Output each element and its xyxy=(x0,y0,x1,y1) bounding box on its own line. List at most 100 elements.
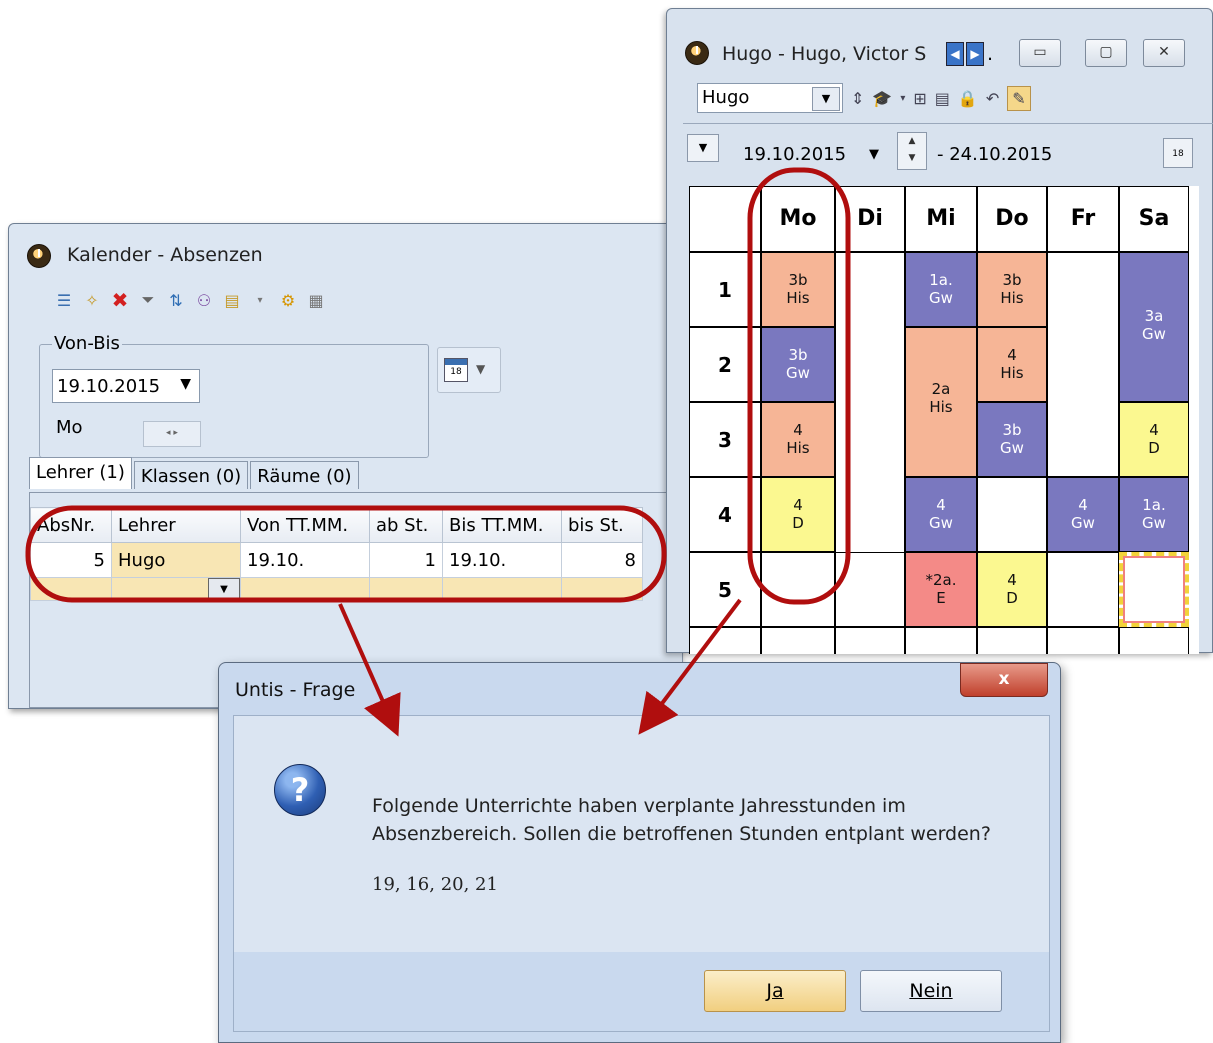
column-header[interactable]: Bis TT.MM. xyxy=(442,507,562,543)
grid-move-icon[interactable]: ⊞ xyxy=(913,89,926,108)
empty-cell[interactable] xyxy=(1047,552,1119,627)
table-cell[interactable]: 19.10. xyxy=(442,542,562,578)
date-picker[interactable]: 19.10.2015 ▼ xyxy=(743,138,891,172)
lesson-cell[interactable]: 3a Gw xyxy=(1119,252,1189,402)
empty-cell[interactable] xyxy=(1047,252,1119,477)
column-header[interactable]: Von TT.MM. xyxy=(240,507,370,543)
new-icon[interactable]: ✧ xyxy=(81,289,103,311)
table-cell[interactable]: 8 xyxy=(561,542,643,578)
column-header[interactable]: ab St. xyxy=(369,507,443,543)
lesson-class: 4 xyxy=(1007,346,1017,364)
untis-frage-dialog: Untis - Frage x ? Folgende Unterrichte h… xyxy=(218,662,1061,1043)
chevron-down-icon[interactable]: ▼ xyxy=(208,578,240,602)
chevron-down-icon[interactable]: ▼ xyxy=(687,134,719,162)
table-new-row[interactable]: ▼ xyxy=(30,577,643,602)
calendar-grid-icon[interactable]: ▦ xyxy=(305,289,327,311)
dropdown-arrow-icon[interactable]: ▾ xyxy=(249,289,271,311)
week-spinner[interactable]: ▲ ▼ xyxy=(897,132,927,170)
table-cell[interactable]: 5 xyxy=(30,542,112,578)
graduation-cap-icon[interactable]: 🎓 xyxy=(872,89,892,108)
day-spinner[interactable]: ◂ ▸ xyxy=(143,421,201,447)
lesson-cell[interactable]: 4 His xyxy=(761,402,835,477)
spinner-icon[interactable]: ⇕ xyxy=(851,89,864,108)
lesson-cell[interactable]: 3b His xyxy=(977,252,1047,327)
table-cell[interactable]: ▼ xyxy=(111,577,241,602)
column-header[interactable]: Lehrer xyxy=(111,507,241,543)
table-cell[interactable]: Hugo xyxy=(111,542,241,578)
lesson-cell[interactable]: 2a His xyxy=(905,327,977,477)
date-picker[interactable]: 19.10.2015 ▼ xyxy=(52,369,200,403)
empty-cell[interactable] xyxy=(977,477,1047,552)
lesson-cell[interactable]: 4 His xyxy=(977,327,1047,402)
selected-empty-cell[interactable] xyxy=(1119,552,1189,627)
column-header[interactable]: bis St. xyxy=(561,507,643,543)
table-cell[interactable] xyxy=(240,577,370,601)
table-cell[interactable] xyxy=(30,577,112,601)
lesson-cell[interactable]: 3b His xyxy=(761,252,835,327)
save-icon[interactable]: ▤ xyxy=(935,89,950,108)
lock-icon[interactable]: 🔒 xyxy=(958,89,978,108)
tab-klassen[interactable]: Klassen (0) xyxy=(133,461,249,489)
previous-arrow-icon[interactable]: ◀ xyxy=(946,42,964,66)
chevron-down-icon[interactable]: ▼ xyxy=(180,376,191,392)
chevron-down-icon[interactable]: ▼ xyxy=(869,138,879,172)
empty-cell[interactable] xyxy=(905,627,977,654)
users-icon[interactable]: ⚇ xyxy=(193,289,215,311)
table-cell[interactable]: 19.10. xyxy=(240,542,370,578)
edit-pencil-icon[interactable]: ✎ xyxy=(1007,85,1031,111)
close-button[interactable]: ✕ xyxy=(1143,39,1185,67)
weekday-label: Mo xyxy=(56,417,83,438)
lesson-class: 3b xyxy=(788,271,808,289)
minimize-button[interactable]: ▭ xyxy=(1019,39,1061,67)
sort-icon[interactable]: ⇅ xyxy=(165,289,187,311)
table-cell[interactable] xyxy=(442,577,562,601)
tab-raeume[interactable]: Räume (0) xyxy=(250,461,359,489)
empty-cell[interactable] xyxy=(835,627,905,654)
table-cell[interactable] xyxy=(369,577,443,601)
lesson-class: 2a xyxy=(931,380,951,398)
empty-cell[interactable] xyxy=(1119,627,1189,654)
empty-cell[interactable] xyxy=(1047,627,1119,654)
lesson-cell[interactable]: 4D xyxy=(1119,402,1189,477)
lesson-cell[interactable]: 4D xyxy=(977,552,1047,627)
calendar-icon[interactable]: 18 xyxy=(1163,138,1193,168)
element-select-value: Hugo xyxy=(702,87,750,108)
undo-icon[interactable]: ↶ xyxy=(986,89,999,108)
lesson-cell[interactable]: 1a. Gw xyxy=(905,252,977,327)
period-header: 4 xyxy=(689,477,761,552)
lesson-cell[interactable]: *2a. E xyxy=(905,552,977,627)
lesson-cell[interactable]: 1a. Gw xyxy=(1119,477,1189,552)
title-ellipsis: . xyxy=(987,43,994,65)
no-button[interactable]: Nein xyxy=(860,970,1002,1012)
calendar-button[interactable]: 18 ▼ xyxy=(437,347,501,393)
table-cell[interactable] xyxy=(561,577,643,601)
lesson-numbers: 19, 16, 20, 21 xyxy=(372,874,498,895)
filter-icon[interactable]: ⏷ xyxy=(137,289,159,311)
lesson-cell[interactable]: 3b Gw xyxy=(977,402,1047,477)
lesson-cell[interactable]: 3b Gw xyxy=(761,327,835,402)
lesson-cell[interactable]: 4 Gw xyxy=(905,477,977,552)
element-select[interactable]: Hugo ▼ xyxy=(697,83,843,113)
table-cell[interactable]: 1 xyxy=(369,542,443,578)
delete-icon[interactable]: ✖ xyxy=(109,288,131,312)
column-header[interactable]: AbsNr. xyxy=(30,507,112,543)
next-arrow-icon[interactable]: ▶ xyxy=(966,42,984,66)
empty-cell[interactable] xyxy=(977,627,1047,654)
tab-lehrer[interactable]: Lehrer (1) xyxy=(29,457,132,489)
yes-button[interactable]: Ja xyxy=(704,970,846,1012)
dialog-close-button[interactable]: x xyxy=(960,663,1048,697)
chevron-down-icon[interactable]: ▼ xyxy=(812,87,840,111)
kalender-titlebar[interactable]: Kalender - Absenzen xyxy=(9,224,679,286)
settings-gear-icon[interactable]: ⚙ xyxy=(277,289,299,311)
report-icon[interactable]: ▤ xyxy=(221,289,243,311)
empty-cell[interactable] xyxy=(761,552,835,627)
list-icon[interactable]: ☰ xyxy=(53,289,75,311)
empty-cell[interactable] xyxy=(835,552,905,627)
lesson-cell[interactable]: 4D xyxy=(761,477,835,552)
dropdown-arrow-icon[interactable]: ▾ xyxy=(900,93,905,104)
period-header: 3 xyxy=(689,402,761,477)
lesson-cell[interactable]: 4 Gw xyxy=(1047,477,1119,552)
maximize-button[interactable]: ▢ xyxy=(1085,39,1127,67)
empty-cell[interactable] xyxy=(761,627,835,654)
table-row[interactable]: 5 Hugo 19.10. 1 19.10. 8 xyxy=(30,542,643,578)
